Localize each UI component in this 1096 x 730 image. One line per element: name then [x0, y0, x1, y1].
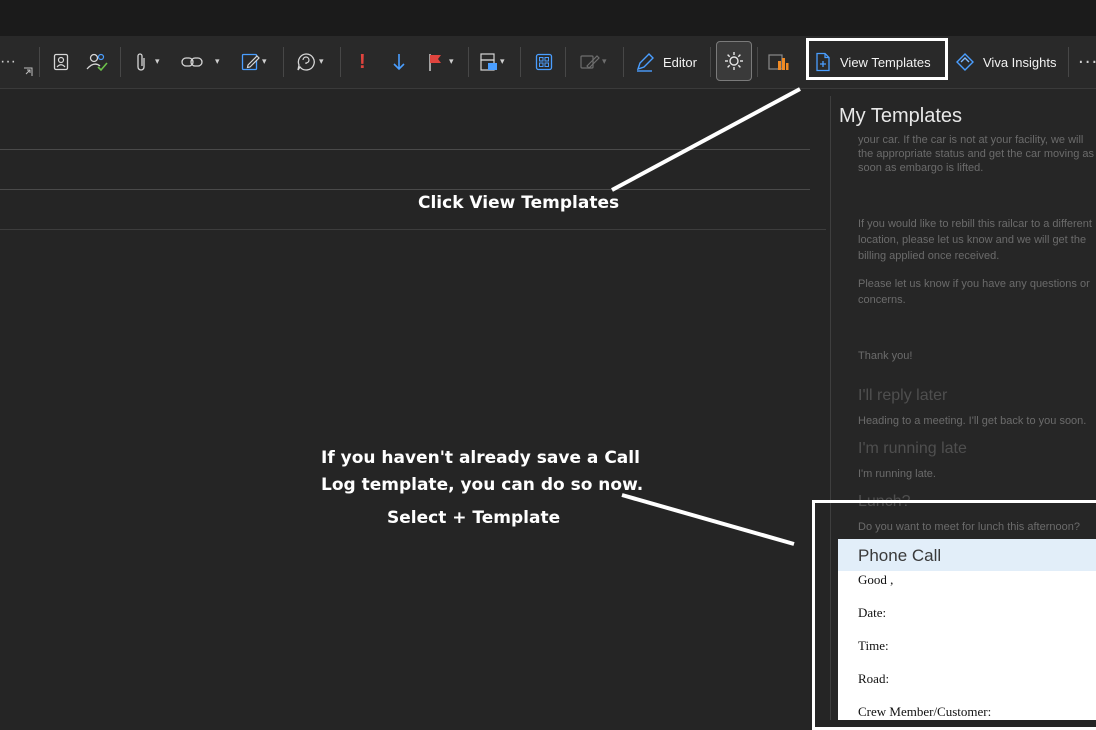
link-icon[interactable]	[180, 36, 204, 88]
pane-title: My Templates	[839, 105, 963, 127]
compose-area[interactable]	[0, 89, 826, 720]
ribbon-overflow-left[interactable]: ···	[0, 36, 16, 88]
high-importance-icon[interactable]: !	[359, 36, 366, 88]
template-text-fragment: Please let us know if you have any quest…	[858, 278, 1090, 290]
template-item-body[interactable]: I'm running late.	[858, 466, 936, 482]
dictate-disabled-icon	[578, 36, 602, 88]
check-names-icon[interactable]	[84, 36, 110, 88]
follow-up-flag-icon[interactable]	[426, 36, 444, 88]
sun-icon	[725, 52, 743, 70]
sensitivity-icon[interactable]	[478, 36, 500, 88]
loop-component-icon[interactable]	[295, 36, 317, 88]
viva-insights-button[interactable]: Viva Insights	[983, 36, 1056, 88]
annotation-save-template-line-2: Log template, you can do so now.	[321, 475, 644, 495]
template-text-fragment: concerns.	[858, 294, 906, 306]
annotation-click-view-templates: Click View Templates	[418, 193, 620, 213]
address-book-icon[interactable]	[50, 36, 72, 88]
report-chart-icon[interactable]	[766, 36, 790, 88]
sensitivity-dropdown-chevron-icon[interactable]: ▾	[500, 36, 505, 88]
flag-dropdown-chevron-icon[interactable]: ▾	[449, 36, 454, 88]
attach-dropdown-chevron-icon[interactable]: ▾	[155, 36, 160, 88]
signature-icon[interactable]	[240, 36, 262, 88]
template-item-body[interactable]: Heading to a meeting. I'll get back to y…	[858, 413, 1086, 429]
phone-call-highlight-box	[812, 500, 1096, 730]
more-options-button[interactable]: ···	[1078, 36, 1096, 88]
theme-toggle-button[interactable]	[716, 41, 752, 81]
template-item-title[interactable]: I'm running late	[858, 440, 967, 458]
annotation-select-template: Select + Template	[387, 508, 561, 528]
low-importance-icon[interactable]	[390, 36, 408, 88]
view-templates-highlight-box	[806, 38, 948, 80]
template-text-fragment: billing applied once received.	[858, 250, 1000, 262]
subject-field-divider	[0, 189, 810, 190]
window-title-bar	[0, 0, 1096, 37]
template-item-title[interactable]: I'll reply later	[858, 387, 947, 405]
signature-dropdown-chevron-icon[interactable]: ▾	[262, 36, 267, 88]
editor-button[interactable]: Editor	[663, 36, 697, 88]
attach-file-icon[interactable]	[132, 36, 150, 88]
dialog-launcher-icon[interactable]	[22, 64, 34, 80]
annotation-save-template-line-1: If you haven't already save a Call	[321, 448, 640, 468]
template-text-fragment: soon as embargo is lifted.	[858, 162, 984, 174]
loop-dropdown-chevron-icon[interactable]: ▾	[319, 36, 324, 88]
dictate-dropdown-chevron-icon: ▾	[602, 57, 607, 67]
apps-grid-icon[interactable]	[533, 36, 555, 88]
body-divider	[0, 229, 826, 230]
template-text-fragment: location, please let us know and we will…	[858, 234, 1087, 246]
template-text-fragment: If you would like to rebill this railcar…	[858, 218, 1092, 230]
to-field-divider	[0, 149, 810, 150]
link-dropdown-chevron-icon[interactable]: ▾	[215, 36, 220, 88]
viva-insights-icon[interactable]	[954, 36, 976, 88]
editor-pen-icon[interactable]	[634, 36, 656, 88]
template-text-fragment: Thank you!	[858, 350, 913, 362]
